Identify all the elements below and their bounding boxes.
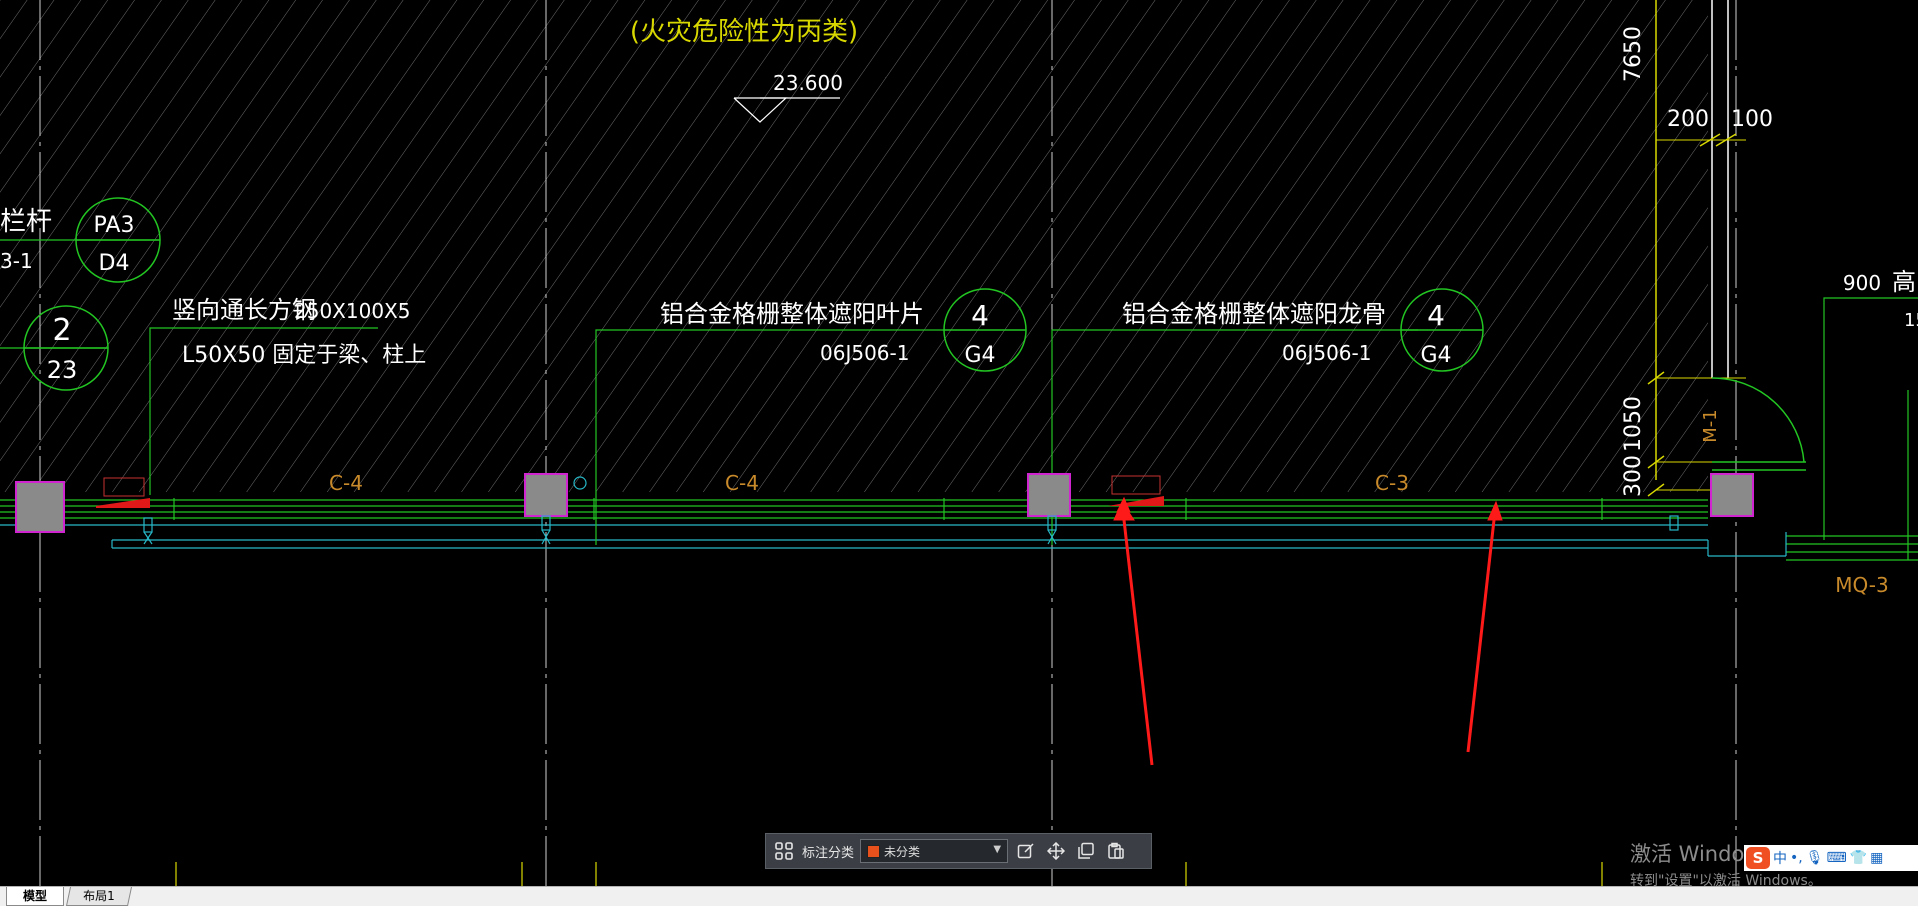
sogou-logo-icon[interactable]: S: [1746, 847, 1770, 869]
paste-icon[interactable]: [1104, 839, 1128, 863]
tab-layout1-label: 布局1: [83, 889, 115, 903]
column-4: [1710, 473, 1754, 517]
chevron-down-icon: ▼: [993, 844, 1002, 855]
window-c3: C-3: [1375, 471, 1409, 495]
left-railing-text: 栏杆: [0, 207, 52, 237]
wall-window-lines: [0, 498, 1787, 886]
tab-model[interactable]: 模型: [6, 887, 64, 906]
right-curtain-wall: [1786, 297, 1918, 561]
steel-fix-note: L50X50 固定于梁、柱上: [182, 343, 426, 368]
window-c4-a: C-4: [329, 471, 363, 495]
bubble-2-top: 2: [52, 313, 71, 348]
ime-keyboard-icon[interactable]: ⌨: [1827, 850, 1847, 866]
layout-tab-bar: 模型 布局1: [0, 886, 1918, 906]
bubble-pa3-top: PA3: [94, 213, 135, 238]
column-2: [524, 473, 568, 517]
louver-keel-bubble-bottom: G4: [1420, 343, 1451, 368]
steel-size: 250X100X5: [294, 299, 410, 323]
door-m1-swing: [1711, 377, 1806, 471]
elevation-value: 23.600: [773, 71, 843, 95]
category-selected-value: 未分类: [884, 844, 921, 859]
louver-keel-bubble-top: 4: [1427, 299, 1445, 332]
category-color-swatch: [867, 844, 881, 858]
fire-hazard-note: (火灾危险性为丙类): [630, 17, 858, 47]
ime-mic-icon[interactable]: 🎙: [1806, 850, 1824, 866]
dim-300: 300: [1621, 455, 1646, 497]
dim-7650: 7650: [1621, 26, 1646, 82]
move-icon[interactable]: [1044, 839, 1068, 863]
category-label: 标注分类: [802, 845, 855, 861]
grid-icon[interactable]: [772, 839, 796, 863]
tab-layout1[interactable]: 布局1: [65, 887, 133, 906]
ime-grid-icon[interactable]: ▦: [1870, 850, 1883, 866]
column-1: [15, 481, 65, 533]
curtain-wall-mq3: MQ-3: [1835, 573, 1889, 597]
dim-100: 100: [1731, 107, 1773, 132]
right-cut-text: 高: [1892, 268, 1916, 296]
door-m1: M-1: [1700, 409, 1721, 442]
louver-blade-ref: 06J506-1: [820, 341, 909, 365]
left-ref-text: 3-1: [0, 249, 33, 273]
louver-blade-label: 铝合金格栅整体遮阳叶片: [660, 300, 924, 328]
cad-model-space[interactable]: (火灾危险性为丙类) 23.600 栏杆 3-1 PA3 D4 2 23 竖向通…: [0, 0, 1918, 886]
category-dropdown[interactable]: 未分类 ▼: [860, 839, 1009, 863]
column-3: [1027, 473, 1071, 517]
hatch-area: [0, 0, 1708, 492]
ime-skin-icon[interactable]: 👕: [1850, 850, 1867, 866]
ime-punct-icon[interactable]: •,: [1790, 850, 1803, 866]
red-arrows: [1113, 496, 1503, 766]
ime-lang-toggle[interactable]: 中: [1773, 848, 1787, 868]
louver-keel-label: 铝合金格栅整体遮阳龙骨: [1122, 300, 1386, 328]
louver-blade-bubble-top: 4: [971, 299, 989, 332]
edit-icon[interactable]: [1014, 839, 1038, 863]
dim-1050: 1050: [1621, 396, 1646, 452]
ime-toolbar: S 中 •, 🎙 ⌨ 👕 ▦: [1744, 845, 1918, 871]
dim-900: 900: [1843, 271, 1881, 295]
copy-icon[interactable]: [1074, 839, 1098, 863]
annotation-toolbar: 标注分类 未分类 ▼: [765, 833, 1152, 869]
bubble-pa3-bottom: D4: [99, 251, 130, 276]
dim-200: 200: [1667, 107, 1709, 132]
louver-keel-ref: 06J506-1: [1282, 341, 1371, 365]
right-cut-num: 15: [1904, 310, 1918, 331]
window-c4-b: C-4: [725, 471, 759, 495]
louver-blade-bubble-bottom: G4: [964, 343, 995, 368]
bubble-23-bottom: 23: [47, 356, 78, 384]
